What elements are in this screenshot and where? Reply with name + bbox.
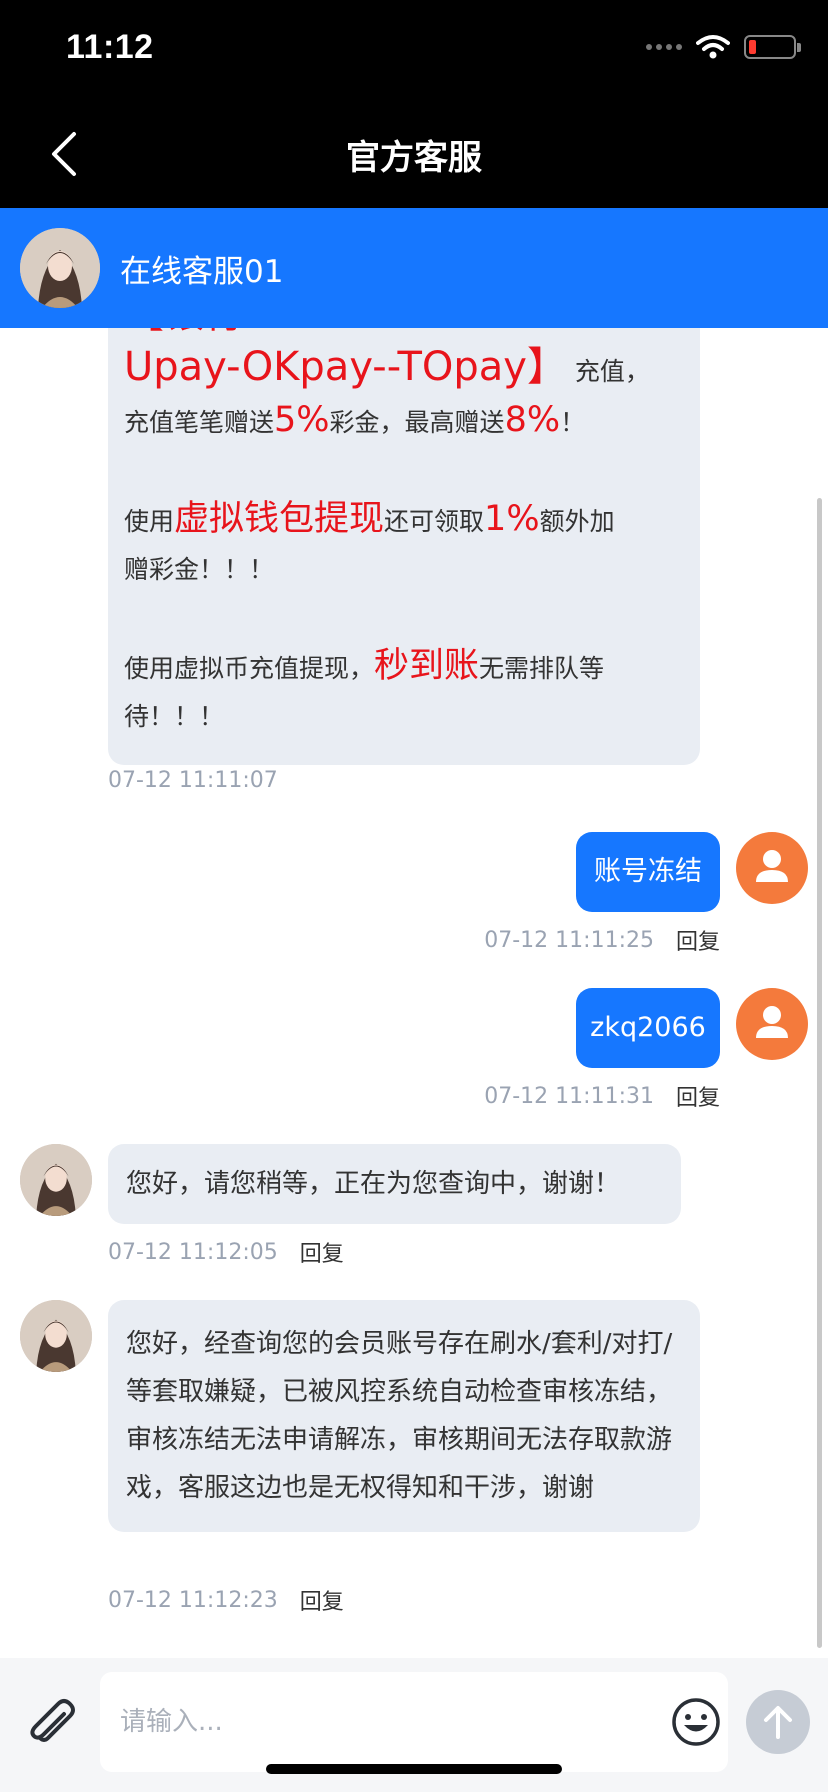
promo-percent: 8% [504, 400, 561, 440]
promo-text: 彩金，最高赠送 [329, 408, 505, 437]
promo-text: 赠彩金！！！ [124, 555, 275, 584]
cellular-signal-icon [646, 44, 682, 50]
battery-level [749, 40, 756, 54]
promo-payment-methods: Upay-OKpay--TOpay】 [124, 344, 567, 390]
agent-avatar[interactable] [20, 1144, 92, 1216]
chat-area[interactable]: 【银行 Upay-OKpay--TOpay】 充值， 充值笔笔赠送5%彩金，最高… [0, 328, 828, 1658]
message-timestamp: 07-12 11:11:07 [108, 768, 278, 793]
agent-avatar[interactable] [20, 1300, 92, 1372]
timestamp: 07-12 11:12:23 [108, 1587, 278, 1613]
paperclip-icon[interactable] [24, 1696, 80, 1752]
promo-highlight: 秒到账 [374, 646, 480, 686]
promo-text: 充值笔笔赠送 [124, 408, 275, 437]
promo-text: 还可领取 [384, 507, 485, 536]
promo-text: 充值， [574, 357, 650, 386]
message-input[interactable] [120, 1700, 640, 1744]
agent-header: 在线客服01 [0, 208, 828, 328]
message-meta: 07-12 11:11:25 回复 [484, 924, 720, 956]
promo-highlight: 虚拟钱包提现 [174, 499, 385, 539]
reply-link[interactable]: 回复 [676, 924, 720, 956]
timestamp: 07-12 11:12:05 [108, 1239, 278, 1265]
nav-bar: 官方客服 [0, 100, 828, 208]
home-indicator [266, 1764, 562, 1774]
battery-icon [744, 35, 801, 59]
user-icon [756, 1006, 788, 1038]
message-meta: 07-12 11:11:31 回复 [484, 1080, 720, 1112]
wifi-icon [696, 35, 730, 59]
reply-link[interactable]: 回复 [300, 1584, 344, 1616]
send-button[interactable] [746, 1690, 810, 1754]
smiley-icon[interactable] [670, 1696, 722, 1748]
promo-top-clipped: 【银行 [124, 328, 244, 337]
reply-link[interactable]: 回复 [676, 1080, 720, 1112]
agent-message-bubble: 您好，经查询您的会员账号存在刷水/套利/对打/等套取嫌疑，已被风控系统自动检查审… [108, 1300, 700, 1532]
message-meta: 07-12 11:12:23 回复 [108, 1584, 344, 1616]
promo-message-bubble: 【银行 Upay-OKpay--TOpay】 充值， 充值笔笔赠送5%彩金，最高… [108, 328, 700, 765]
status-icons [646, 34, 801, 60]
reply-link[interactable]: 回复 [300, 1236, 344, 1268]
scrollbar[interactable] [817, 498, 822, 1648]
status-bar: 11:12 [0, 0, 828, 100]
user-avatar[interactable] [736, 832, 808, 904]
agent-name: 在线客服01 [120, 254, 284, 290]
user-message-bubble: 账号冻结 [576, 832, 720, 912]
promo-text: 额外加 [539, 507, 615, 536]
promo-percent: 1% [484, 499, 540, 539]
agent-avatar[interactable] [20, 228, 100, 308]
timestamp: 07-12 11:11:31 [484, 1083, 654, 1109]
timestamp: 07-12 11:11:07 [108, 768, 278, 793]
promo-percent: 5% [274, 400, 330, 440]
message-meta: 07-12 11:12:05 回复 [108, 1236, 344, 1268]
user-icon [756, 850, 788, 882]
agent-message-bubble: 您好，请您稍等，正在为您查询中，谢谢！ [108, 1144, 681, 1224]
promo-text: 使用 [124, 507, 175, 536]
promo-text: 待！！！ [124, 702, 225, 731]
message-input-box[interactable] [100, 1672, 728, 1772]
page-title: 官方客服 [346, 138, 482, 178]
promo-text: ！ [560, 408, 586, 437]
promo-text: 使用虚拟币充值提现， [124, 654, 375, 683]
status-time: 11:12 [66, 28, 154, 66]
user-message-bubble: zkq2066 [576, 988, 720, 1068]
user-avatar[interactable] [736, 988, 808, 1060]
timestamp: 07-12 11:11:25 [484, 927, 654, 953]
arrow-up-icon [764, 1706, 792, 1739]
promo-text: 无需排队等 [479, 654, 605, 683]
